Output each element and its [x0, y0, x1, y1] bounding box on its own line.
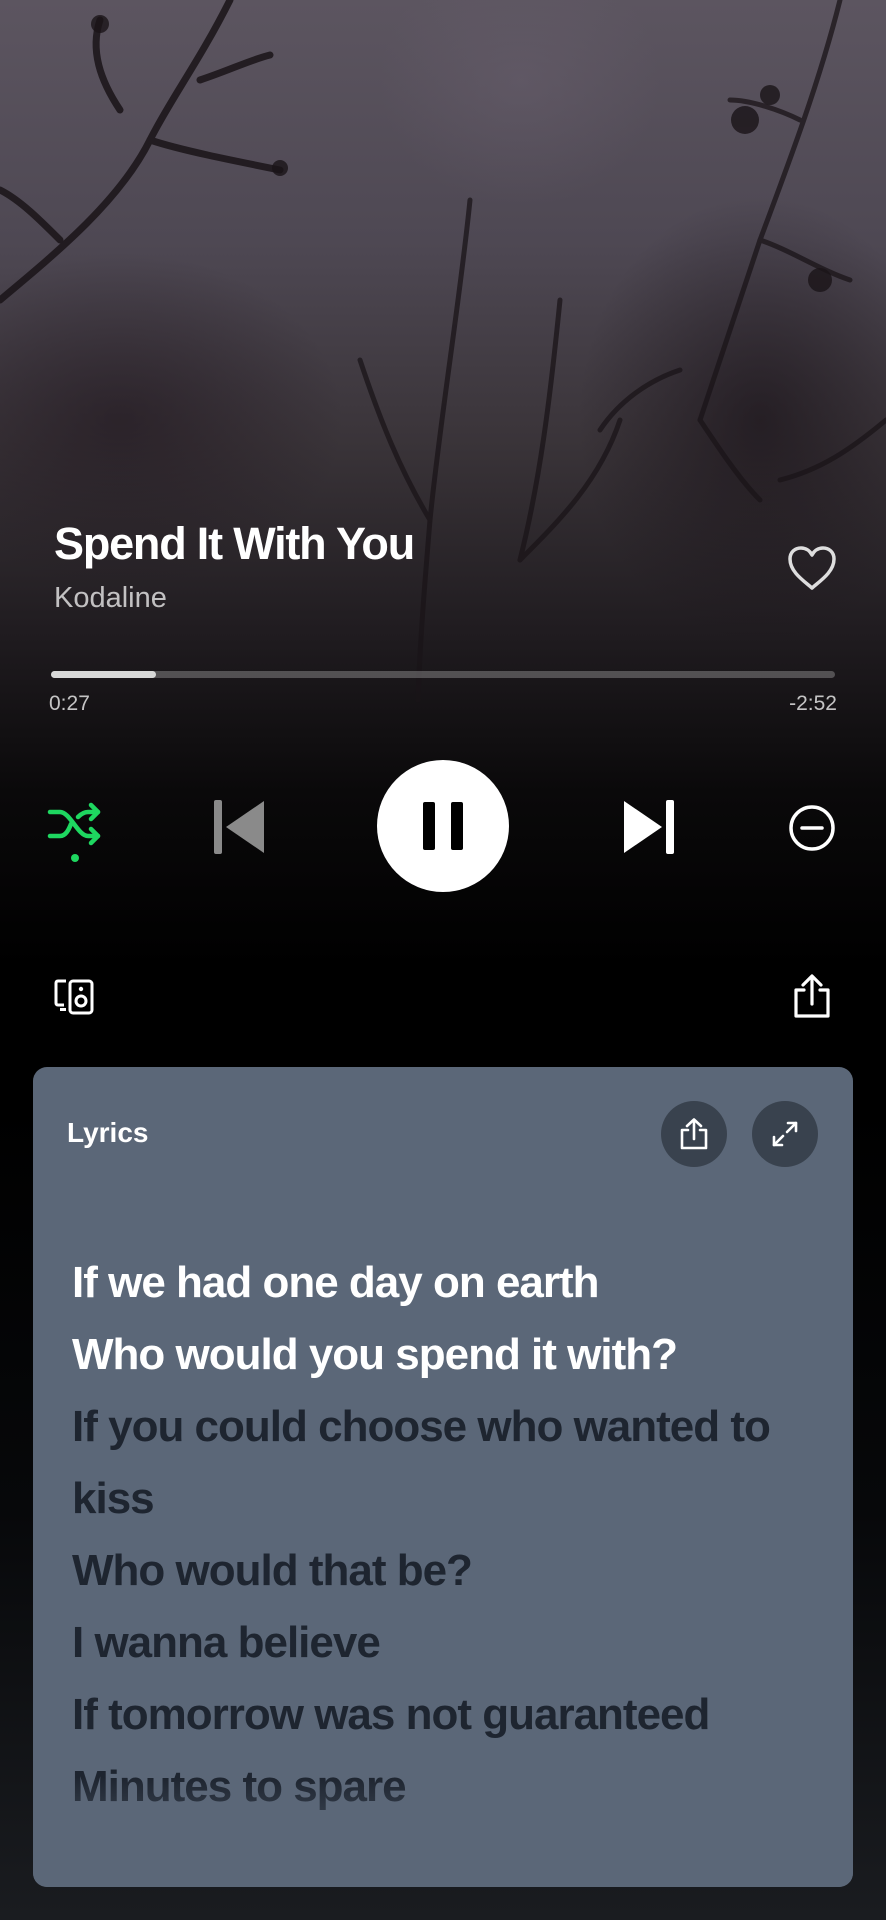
remove-button[interactable]	[780, 796, 844, 860]
lyric-line[interactable]: If we had one day on earth	[72, 1247, 832, 1319]
shuffle-button[interactable]	[44, 796, 106, 866]
lyric-line[interactable]: Who would that be?	[72, 1535, 832, 1607]
expand-icon	[772, 1121, 798, 1147]
lyrics-card[interactable]: Lyrics If we had one day on earth Who wou…	[33, 1067, 853, 1887]
lyric-line[interactable]: Who would you spend it with?	[72, 1319, 832, 1391]
lyric-line[interactable]: kiss	[72, 1463, 832, 1535]
progress-bar[interactable]	[51, 671, 835, 678]
share-icon	[794, 974, 830, 1018]
progress-bar-fill	[51, 671, 157, 678]
lyric-line[interactable]: If you could choose who wanted to	[72, 1391, 832, 1463]
heart-outline-icon	[788, 546, 836, 590]
lyrics-lines: If we had one day on earth Who would you …	[72, 1247, 832, 1823]
elapsed-time: 0:27	[49, 692, 90, 715]
like-button[interactable]	[782, 538, 842, 598]
track-artist[interactable]: Kodaline	[54, 580, 754, 616]
track-title[interactable]: Spend It With You	[54, 516, 754, 572]
remaining-time: -2:52	[789, 692, 837, 715]
skip-previous-icon	[214, 800, 264, 854]
pause-icon	[423, 802, 463, 850]
share-button[interactable]	[786, 970, 838, 1022]
track-info: Spend It With You Kodaline	[54, 516, 754, 616]
connect-device-button[interactable]	[50, 972, 100, 1022]
minus-circle-icon	[789, 805, 835, 851]
lyrics-expand-button[interactable]	[752, 1101, 818, 1167]
lyrics-header: Lyrics	[67, 1117, 149, 1148]
pause-button[interactable]	[377, 760, 509, 892]
lyric-line[interactable]: Minutes to spare	[72, 1751, 832, 1823]
previous-button[interactable]	[204, 792, 274, 862]
lyrics-share-button[interactable]	[661, 1101, 727, 1167]
lyric-line[interactable]: I wanna believe	[72, 1607, 832, 1679]
connect-device-icon	[54, 979, 94, 1015]
shuffle-icon	[47, 802, 101, 862]
share-icon	[680, 1118, 708, 1150]
lyric-line[interactable]: If tomorrow was not guaranteed	[72, 1679, 832, 1751]
next-button[interactable]	[614, 792, 684, 862]
skip-next-icon	[624, 800, 674, 854]
